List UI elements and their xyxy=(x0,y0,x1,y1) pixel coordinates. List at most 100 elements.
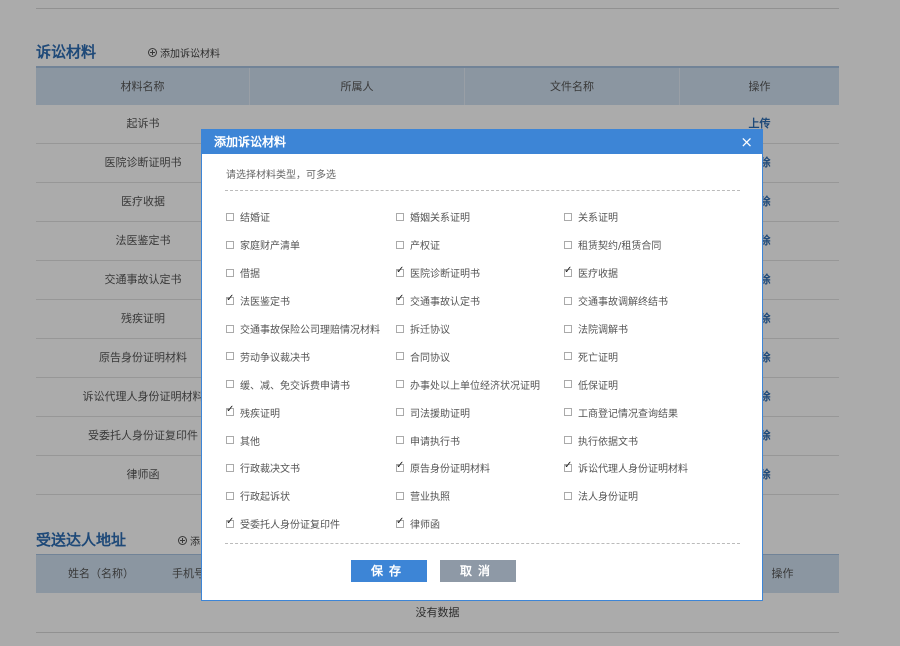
checkbox[interactable] xyxy=(396,380,404,389)
checkbox[interactable] xyxy=(226,436,234,445)
checkbox[interactable] xyxy=(226,516,234,528)
checkbox[interactable] xyxy=(396,460,404,472)
material-option[interactable]: 诉讼代理人身份证明材料 xyxy=(564,454,744,482)
option-label: 工商登记情况查询结果 xyxy=(578,408,678,420)
option-label: 缓、减、免交诉费申请书 xyxy=(240,380,350,392)
divider-top xyxy=(225,190,740,191)
material-option[interactable]: 租赁契约/租赁合同 xyxy=(564,231,744,259)
material-option[interactable]: 产权证 xyxy=(396,231,564,259)
checkbox[interactable] xyxy=(226,293,234,305)
material-option[interactable]: 受委托人身份证复印件 xyxy=(226,510,396,538)
material-option[interactable]: 行政起诉状 xyxy=(226,482,396,510)
checkbox[interactable] xyxy=(564,296,572,305)
checkbox[interactable] xyxy=(396,436,404,445)
checkbox[interactable] xyxy=(396,352,404,361)
material-option[interactable]: 执行依据文书 xyxy=(564,426,744,454)
option-label: 死亡证明 xyxy=(578,352,618,364)
material-option[interactable]: 家庭财产清单 xyxy=(226,231,396,259)
add-materials-dialog: 添加诉讼材料 × 请选择材料类型，可多选 结婚证 婚姻关系证明 关系证明 家庭财产清单… xyxy=(201,129,763,601)
material-option[interactable]: 司法援助证明 xyxy=(396,398,564,426)
checkbox[interactable] xyxy=(564,352,572,361)
option-label: 办事处以上单位经济状况证明 xyxy=(410,380,540,392)
checkbox[interactable] xyxy=(226,404,234,417)
material-option[interactable]: 低保证明 xyxy=(564,370,744,398)
checkbox[interactable] xyxy=(564,265,572,277)
close-icon[interactable]: × xyxy=(740,130,753,154)
material-option[interactable]: 关系证明 xyxy=(564,203,744,231)
checkbox[interactable] xyxy=(396,491,404,500)
material-option[interactable]: 交通事故保险公司理赔情况材料 xyxy=(226,315,396,343)
checkbox[interactable] xyxy=(564,436,572,445)
option-label: 低保证明 xyxy=(578,380,618,392)
option-label: 交通事故保险公司理赔情况材料 xyxy=(240,325,380,336)
option-label: 租赁契约/租赁合同 xyxy=(578,241,662,253)
option-label: 执行依据文书 xyxy=(578,436,638,448)
material-option[interactable]: 法人身份证明 xyxy=(564,482,744,510)
checkbox[interactable] xyxy=(226,463,234,472)
material-option[interactable]: 劳动争议裁决书 xyxy=(226,342,396,370)
checkbox[interactable] xyxy=(396,408,404,417)
option-label: 合同协议 xyxy=(410,352,450,364)
material-option[interactable]: 申请执行书 xyxy=(396,426,564,454)
material-option[interactable]: 医疗收据 xyxy=(564,259,744,287)
checkbox[interactable] xyxy=(396,265,404,277)
material-option[interactable]: 结婚证 xyxy=(226,203,396,231)
dialog-header: 添加诉讼材料 × xyxy=(202,130,762,154)
material-type-options: 结婚证 婚姻关系证明 关系证明家庭财产清单 产权证 租赁契约/租赁合同借据 医院诊断证明书… xyxy=(226,203,746,538)
save-button[interactable]: 保存 xyxy=(351,560,427,582)
option-label: 诉讼代理人身份证明材料 xyxy=(578,464,688,476)
material-option[interactable]: 交通事故认定书 xyxy=(396,287,564,315)
option-label: 其他 xyxy=(240,436,260,448)
checkbox[interactable] xyxy=(396,324,404,333)
material-option[interactable]: 法医鉴定书 xyxy=(226,287,396,315)
option-label: 产权证 xyxy=(410,241,440,253)
material-option[interactable]: 拆迁协议 xyxy=(396,315,564,343)
option-label: 借据 xyxy=(240,269,260,281)
checkbox[interactable] xyxy=(396,516,404,528)
material-option[interactable]: 借据 xyxy=(226,259,396,287)
material-option[interactable]: 死亡证明 xyxy=(564,342,744,370)
checkbox[interactable] xyxy=(226,491,234,500)
checkbox[interactable] xyxy=(564,240,572,249)
checkbox[interactable] xyxy=(564,380,572,389)
material-option[interactable]: 营业执照 xyxy=(396,482,564,510)
option-label: 交通事故调解终结书 xyxy=(578,297,668,309)
material-option[interactable]: 婚姻关系证明 xyxy=(396,203,564,231)
cancel-button[interactable]: 取消 xyxy=(440,560,516,582)
checkbox[interactable] xyxy=(226,380,234,389)
option-label: 法人身份证明 xyxy=(578,492,638,504)
option-label: 拆迁协议 xyxy=(410,325,450,336)
checkbox[interactable] xyxy=(564,408,572,417)
material-option[interactable]: 其他 xyxy=(226,426,396,454)
material-option[interactable]: 办事处以上单位经济状况证明 xyxy=(396,370,564,398)
material-option[interactable]: 缓、减、免交诉费申请书 xyxy=(226,370,396,398)
checkbox[interactable] xyxy=(564,491,572,500)
material-option[interactable]: 残疾证明 xyxy=(226,398,396,426)
material-option[interactable]: 合同协议 xyxy=(396,342,564,370)
checkbox[interactable] xyxy=(396,240,404,249)
checkbox[interactable] xyxy=(564,212,572,221)
option-label: 婚姻关系证明 xyxy=(410,213,470,225)
material-option[interactable]: 行政裁决文书 xyxy=(226,454,396,482)
option-label: 法医鉴定书 xyxy=(240,297,290,309)
option-label: 残疾证明 xyxy=(240,408,280,420)
checkbox[interactable] xyxy=(226,212,234,221)
option-label: 申请执行书 xyxy=(410,436,460,448)
material-option[interactable]: 医院诊断证明书 xyxy=(396,259,564,287)
checkbox[interactable] xyxy=(396,293,404,305)
material-option[interactable]: 原告身份证明材料 xyxy=(396,454,564,482)
divider-bottom xyxy=(225,543,740,544)
material-option[interactable]: 法院调解书 xyxy=(564,315,744,343)
material-option[interactable]: 交通事故调解终结书 xyxy=(564,287,744,315)
option-label: 营业执照 xyxy=(410,492,450,504)
checkbox[interactable] xyxy=(226,324,234,333)
checkbox[interactable] xyxy=(226,268,234,277)
material-option[interactable]: 律师函 xyxy=(396,510,564,538)
material-option[interactable]: 工商登记情况查询结果 xyxy=(564,398,744,426)
option-label: 律师函 xyxy=(410,520,440,532)
checkbox[interactable] xyxy=(226,352,234,361)
checkbox[interactable] xyxy=(564,460,572,472)
checkbox[interactable] xyxy=(226,240,234,249)
checkbox[interactable] xyxy=(396,212,404,221)
checkbox[interactable] xyxy=(564,324,572,333)
